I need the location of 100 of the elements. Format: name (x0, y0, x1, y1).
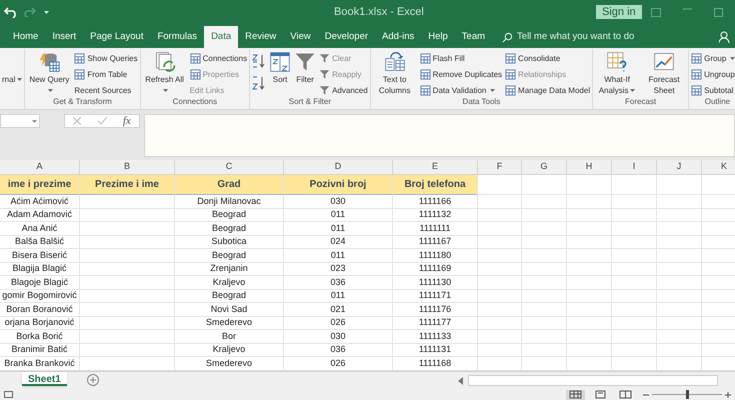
table-cell (657, 236, 702, 249)
ribbon-button[interactable]: What-If Analysis (595, 51, 640, 96)
minimize-icon[interactable] (683, 8, 692, 10)
ribbon-tab[interactable]: Page Layout (83, 26, 150, 48)
column-header[interactable]: G (522, 160, 567, 175)
maximize-icon[interactable] (714, 8, 723, 16)
table-icon (691, 69, 702, 80)
text-columns-icon (384, 51, 406, 73)
caret-icon (44, 10, 49, 14)
ribbon-tab[interactable]: Home (6, 26, 46, 48)
grid-question-icon (606, 51, 628, 73)
column-header[interactable]: K (702, 160, 735, 175)
ribbon-button[interactable]: Group (691, 51, 735, 66)
table-cell (567, 330, 612, 344)
search-icon (502, 32, 514, 42)
ribbon-tab[interactable]: View (283, 26, 318, 48)
column-header[interactable]: F (478, 160, 522, 175)
ribbon-tab[interactable]: Help (421, 26, 455, 48)
ribbon-button[interactable]: Data Validation (420, 83, 502, 98)
table-cell (567, 236, 612, 249)
table-cell: Novi Sad (175, 303, 284, 316)
ribbon-button[interactable]: Consolidate (505, 51, 590, 66)
column-header[interactable]: E (393, 160, 478, 175)
table-cell (612, 303, 657, 316)
column-header[interactable]: D (284, 160, 393, 175)
column-header[interactable]: B (80, 160, 175, 175)
sort-ascending-button[interactable] (252, 53, 266, 69)
table-cell: 011 (284, 249, 393, 262)
table-cell: Ana Anić (0, 222, 80, 236)
table-cell (522, 276, 567, 290)
ribbon-button[interactable]: Connections (190, 51, 248, 66)
ribbon-button[interactable]: Show Queries (74, 51, 138, 66)
header-cell: Grad (175, 175, 284, 195)
ribbon-button[interactable]: Ungroup (691, 67, 735, 82)
ribbon-tab[interactable]: Team (454, 26, 492, 48)
table-icon (190, 53, 201, 64)
table-cell (478, 330, 522, 344)
sheet-tab[interactable]: Sheet1 (22, 372, 67, 386)
add-sheet-icon[interactable] (86, 374, 99, 386)
restore-icon[interactable] (651, 8, 661, 16)
ribbon-button[interactable]: Remove Duplicates (420, 67, 502, 82)
ribbon-button[interactable]: Forecast Sheet (642, 51, 686, 96)
zoom-in-icon[interactable] (725, 392, 731, 398)
tell-me-field[interactable]: Tell me what you want to do (517, 30, 668, 44)
column-header[interactable]: I (612, 160, 657, 175)
sign-in-button[interactable]: Sign in (596, 5, 642, 19)
ribbon-button[interactable]: Filter (294, 51, 316, 85)
ribbon-tab[interactable]: Review (238, 26, 284, 48)
table-cell: Blagija Blagić (0, 262, 80, 276)
normal-view-button[interactable] (566, 390, 585, 400)
window-title: Book1.xlsx - Excel (334, 4, 425, 20)
ribbon-button[interactable]: From Table (74, 67, 138, 82)
ribbon-button[interactable]: New Query (27, 51, 72, 96)
group-label: Sort & Filter (288, 97, 331, 106)
table-cell: Donji Milanovac (175, 195, 284, 208)
table-cell: 1111180 (393, 249, 478, 262)
ribbon-button[interactable]: Advanced (319, 83, 368, 98)
ribbon-tab[interactable]: Insert (45, 26, 84, 48)
table-cell: 023 (284, 262, 393, 276)
table-cell: 1111130 (393, 276, 478, 290)
ribbon-button[interactable]: Manage Data Model (505, 83, 590, 98)
horizontal-scrollbar[interactable] (468, 375, 718, 386)
table-cell (478, 208, 522, 222)
sort-descending-button[interactable] (252, 75, 266, 91)
check-icon[interactable] (98, 117, 107, 125)
header-cell: Pozivni broj (284, 175, 393, 195)
group-label: Connections (172, 97, 218, 106)
column-header[interactable]: H (567, 160, 612, 175)
ribbon-button[interactable]: Text to Columns (372, 51, 417, 96)
ribbon-tab[interactable]: Formulas (150, 26, 204, 48)
scroll-left-icon[interactable] (458, 376, 464, 384)
insert-function-button[interactable]: fx (122, 112, 131, 130)
column-header[interactable]: C (175, 160, 284, 175)
ribbon-tab[interactable]: Data (204, 26, 238, 48)
table-cell: 1111166 (393, 195, 478, 208)
ribbon-tab[interactable]: Add-ins (375, 26, 422, 48)
table-cell (612, 195, 657, 208)
table-cell (522, 262, 567, 276)
ribbon-tab[interactable]: Developer (318, 26, 376, 48)
column-header[interactable]: A (0, 160, 80, 175)
ribbon-button[interactable]: Refresh All (142, 51, 187, 96)
table-cell: 1111171 (393, 290, 478, 303)
formula-input[interactable] (144, 114, 735, 157)
table-cell: Aćim Aćimović (0, 195, 80, 208)
ribbon-button[interactable]: rnal (2, 51, 22, 85)
ribbon-button[interactable]: Recent Sources (74, 83, 138, 98)
table-cell (478, 290, 522, 303)
undo-icon[interactable] (4, 6, 18, 18)
ribbon-button[interactable]: Flash Fill (420, 51, 502, 66)
slider-thumb[interactable] (686, 390, 688, 399)
table-cell: 030 (284, 195, 393, 208)
table-cell: 1111169 (393, 262, 478, 276)
column-header[interactable]: J (657, 160, 702, 175)
table-cell: Adam Adamović (0, 208, 80, 222)
ribbon-button[interactable]: Sort (269, 51, 292, 85)
macro-icon[interactable] (4, 391, 13, 398)
table-cell (612, 344, 657, 357)
person-icon[interactable] (719, 31, 731, 43)
ribbon-button[interactable]: Subtotal (691, 83, 735, 98)
table-cell (522, 316, 567, 330)
